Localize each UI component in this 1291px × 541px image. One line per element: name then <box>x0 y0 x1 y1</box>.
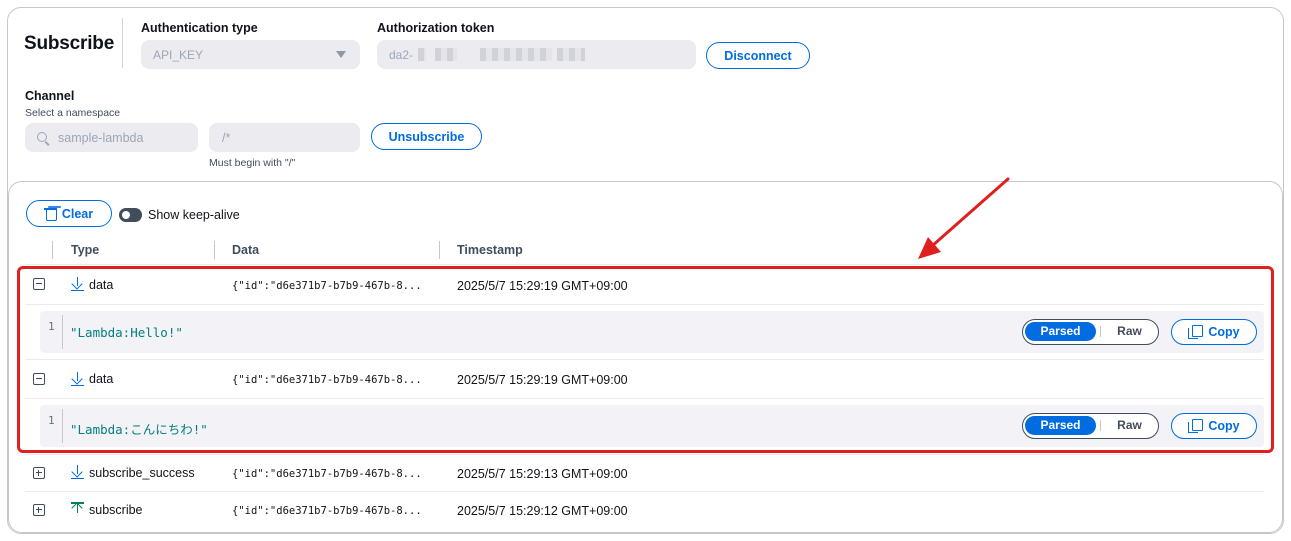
row-timestamp: 2025/5/7 15:29:12 GMT+09:00 <box>457 504 628 518</box>
keep-alive-label: Show keep-alive <box>148 208 240 222</box>
row-divider <box>25 398 1264 399</box>
gutter-divider <box>62 409 63 443</box>
keep-alive-toggle[interactable] <box>119 208 142 222</box>
auth-type-value: API_KEY <box>153 48 204 62</box>
row-type: data <box>89 372 114 386</box>
row-timestamp: 2025/5/7 15:29:19 GMT+09:00 <box>457 373 628 387</box>
row-timestamp: 2025/5/7 15:29:13 GMT+09:00 <box>457 467 628 481</box>
redacted-token-pixelation <box>435 48 457 61</box>
redacted-token-pixelation <box>418 48 426 61</box>
caret-down-icon <box>336 51 346 58</box>
upload-arrow-icon <box>71 501 84 516</box>
segment-divider <box>1100 420 1101 431</box>
raw-option[interactable]: Raw <box>1102 416 1157 435</box>
row-data: {"id":"d6e371b7-b7b9-467b-8... <box>232 280 422 292</box>
row-divider <box>25 491 1264 492</box>
row-type: data <box>89 278 114 292</box>
auth-token-value: da2- <box>389 48 414 62</box>
path-hint: Must begin with "/" <box>209 157 296 169</box>
column-header-timestamp[interactable]: Timestamp <box>457 243 523 257</box>
path-placeholder: /* <box>222 131 231 145</box>
unsubscribe-button-label: Unsubscribe <box>388 129 465 144</box>
segment-divider <box>1100 326 1101 337</box>
events-panel <box>8 181 1283 533</box>
page-title: Subscribe <box>24 33 115 54</box>
search-icon <box>37 132 47 142</box>
row-data: {"id":"d6e371b7-b7b9-467b-8... <box>232 505 422 517</box>
row-divider <box>25 304 1264 305</box>
line-number: 1 <box>48 320 55 333</box>
trash-icon <box>43 207 57 221</box>
collapse-row-icon[interactable] <box>33 373 45 385</box>
gutter-divider <box>62 315 63 349</box>
expand-row-icon[interactable] <box>33 467 45 479</box>
parsed-raw-toggle[interactable]: Parsed Raw <box>1022 413 1159 439</box>
line-number: 1 <box>48 414 55 427</box>
parsed-option[interactable]: Parsed <box>1025 416 1096 435</box>
namespace-search-input[interactable]: sample-lambda <box>25 123 198 152</box>
row-data: {"id":"d6e371b7-b7b9-467b-8... <box>232 468 422 480</box>
row-data: {"id":"d6e371b7-b7b9-467b-8... <box>232 374 422 386</box>
column-header-data[interactable]: Data <box>232 243 259 257</box>
row-divider <box>25 264 1264 265</box>
redacted-token-pixelation <box>557 48 585 61</box>
collapse-row-icon[interactable] <box>33 278 45 290</box>
row-divider <box>25 359 1264 360</box>
copy-button-label: Copy <box>1208 419 1240 433</box>
channel-description: Select a namespace <box>25 107 121 119</box>
disconnect-button-label: Disconnect <box>724 48 792 63</box>
redacted-token-pixelation <box>480 48 552 61</box>
column-header-type[interactable]: Type <box>71 243 99 257</box>
row-timestamp: 2025/5/7 15:29:19 GMT+09:00 <box>457 279 628 293</box>
parsed-raw-toggle[interactable]: Parsed Raw <box>1022 319 1159 345</box>
download-arrow-icon <box>71 372 84 387</box>
expand-row-icon[interactable] <box>33 504 45 516</box>
namespace-placeholder: sample-lambda <box>58 131 144 145</box>
parsed-option[interactable]: Parsed <box>1025 322 1096 341</box>
payload-code: "Lambda:こんにちわ!" <box>70 422 208 437</box>
channel-path-input[interactable]: /* <box>209 123 360 152</box>
channel-label: Channel <box>25 89 75 103</box>
row-type: subscribe_success <box>89 466 195 480</box>
disconnect-button[interactable]: Disconnect <box>706 42 810 69</box>
copy-button[interactable]: Copy <box>1171 319 1257 345</box>
payload-code: "Lambda:Hello!" <box>70 325 183 340</box>
column-divider[interactable] <box>214 241 215 259</box>
auth-type-label: Authentication type <box>141 21 258 35</box>
auth-token-label: Authorization token <box>377 21 495 35</box>
raw-option[interactable]: Raw <box>1102 322 1157 341</box>
copy-icon <box>1188 419 1204 433</box>
auth-token-input[interactable]: da2- <box>377 40 696 69</box>
copy-button-label: Copy <box>1208 325 1240 339</box>
download-arrow-icon <box>71 277 84 292</box>
unsubscribe-button[interactable]: Unsubscribe <box>371 123 482 150</box>
download-arrow-icon <box>71 465 84 480</box>
row-divider <box>25 454 1264 455</box>
column-divider <box>52 241 53 259</box>
header-divider <box>122 18 123 68</box>
column-divider[interactable] <box>439 241 440 259</box>
auth-type-select[interactable]: API_KEY <box>141 40 360 69</box>
clear-button-label: Clear <box>61 206 94 221</box>
row-type: subscribe <box>89 503 143 517</box>
clear-button[interactable]: Clear <box>26 200 112 227</box>
copy-icon <box>1188 325 1204 339</box>
copy-button[interactable]: Copy <box>1171 413 1257 439</box>
